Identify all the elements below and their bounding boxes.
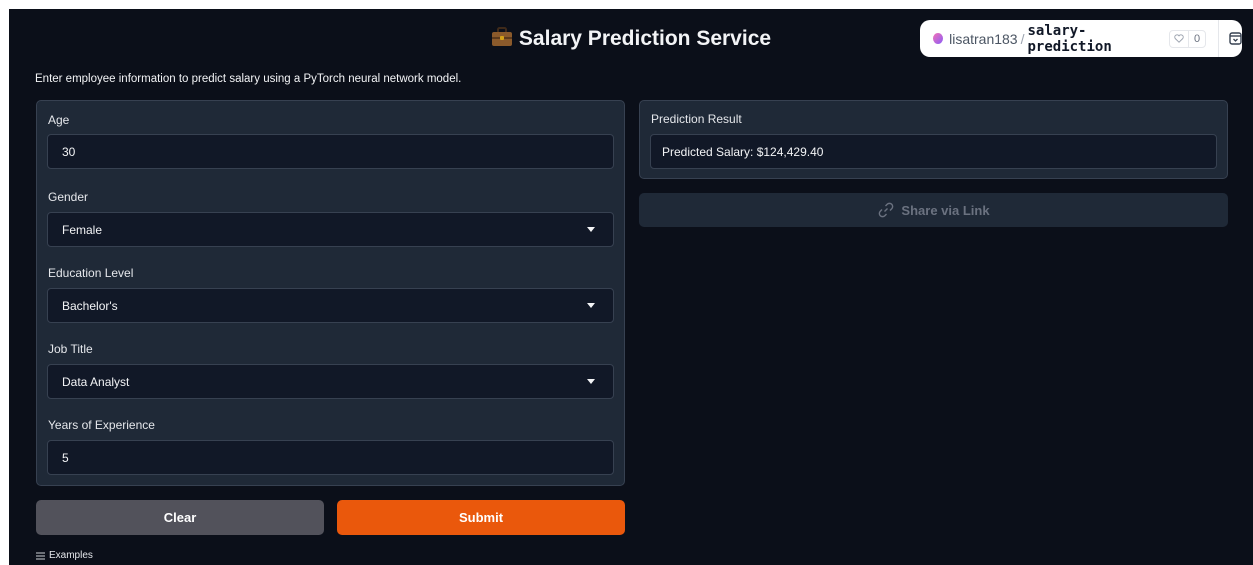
job-title-value: Data Analyst	[62, 374, 130, 389]
result-panel: Prediction Result Predicted Salary: $124…	[639, 100, 1228, 179]
gender-dropdown[interactable]: Female	[47, 212, 614, 247]
like-count: 0	[1193, 32, 1201, 45]
hf-repo-name[interactable]: salary-prediction	[1027, 23, 1158, 55]
share-button-label: Share via Link	[901, 202, 990, 218]
chevron-down-icon	[587, 227, 595, 232]
hf-username[interactable]: lisatran183	[949, 31, 1018, 47]
education-dropdown[interactable]: Bachelor's	[47, 288, 614, 323]
chevron-down-icon	[587, 303, 595, 308]
examples-label: Examples	[49, 550, 93, 561]
age-input[interactable]: 30	[47, 134, 614, 169]
gender-label: Gender	[48, 190, 89, 204]
education-label: Education Level	[48, 266, 134, 280]
experience-label: Years of Experience	[48, 418, 155, 432]
description-text: Enter employee information to predict sa…	[35, 73, 462, 85]
collapse-icon[interactable]	[1229, 32, 1242, 45]
job-title-dropdown[interactable]: Data Analyst	[47, 364, 614, 399]
result-output: Predicted Salary: $124,429.40	[650, 134, 1217, 169]
result-label: Prediction Result	[651, 112, 742, 126]
chevron-down-icon	[587, 379, 595, 384]
submit-button[interactable]: Submit	[337, 500, 625, 535]
briefcase-icon	[491, 27, 513, 53]
education-value: Bachelor's	[62, 298, 118, 313]
like-button[interactable]: 0	[1168, 29, 1207, 48]
list-icon	[36, 552, 45, 560]
input-panel: Age 30 Gender Female Education Level Bac…	[36, 100, 625, 486]
page-title-text: Salary Prediction Service	[518, 27, 772, 50]
heart-icon	[1170, 30, 1189, 47]
app-container: Salary Prediction Service lisatran183 / …	[9, 9, 1253, 565]
clear-button[interactable]: Clear	[36, 500, 324, 535]
job-title-label: Job Title	[48, 342, 93, 356]
user-avatar-icon	[933, 33, 944, 44]
hf-separator: /	[1020, 30, 1025, 47]
share-button[interactable]: Share via Link	[639, 193, 1228, 227]
link-icon	[877, 201, 895, 219]
age-label: Age	[48, 113, 70, 127]
hf-space-badge[interactable]: lisatran183 / salary-prediction 0	[920, 20, 1242, 57]
gender-value: Female	[62, 222, 103, 237]
experience-input[interactable]: 5	[47, 440, 614, 475]
badge-divider	[1218, 20, 1219, 57]
examples-toggle[interactable]: Examples	[36, 550, 93, 561]
